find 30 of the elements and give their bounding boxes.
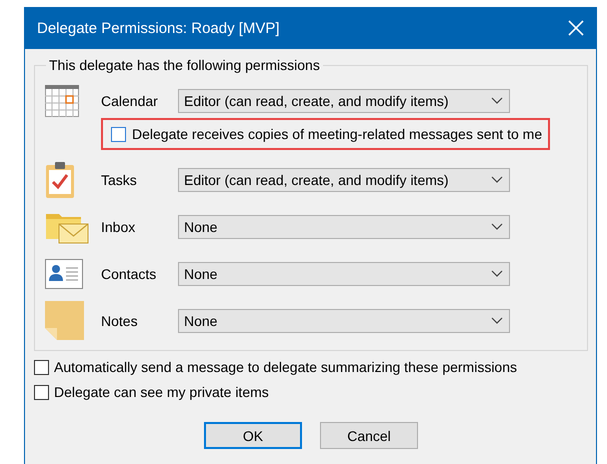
chevron-down-icon — [491, 270, 503, 277]
checkbox[interactable] — [34, 384, 49, 400]
dialog-button[interactable]: Cancel — [320, 422, 418, 449]
permission-dropdown[interactable]: Editor (can read, create, and modify items) — [178, 88, 510, 112]
contact-card-icon — [45, 258, 83, 288]
folder-label: Calendar — [101, 92, 159, 108]
window-title: Delegate Permissions: Roady [MVP] — [37, 20, 280, 36]
permission-dropdown[interactable]: None — [178, 214, 510, 238]
chevron-down-icon — [491, 97, 503, 104]
folder-label: Tasks — [101, 172, 138, 188]
clipboard-check-icon — [45, 160, 75, 198]
dialog-button[interactable]: OK — [204, 422, 302, 449]
checkbox-label: Automatically send a message to delegate summarizing these permissions — [54, 359, 518, 375]
folder-label: Inbox — [101, 218, 136, 234]
permission-dropdown[interactable]: Editor (can read, create, and modify items) — [178, 168, 510, 192]
checkbox[interactable] — [111, 126, 126, 142]
checkbox[interactable] — [34, 360, 49, 374]
group-title: This delegate has the following permissions — [48, 57, 321, 73]
permission-dropdown[interactable]: None — [178, 262, 510, 286]
folder-label: Notes — [101, 312, 139, 328]
permission-dropdown[interactable]: None — [178, 308, 510, 332]
checkbox-label: Delegate can see my private items — [54, 384, 269, 400]
checkbox-label: Delegate receives copies of meeting-related messages sent to me — [132, 126, 542, 142]
close-icon[interactable] — [568, 20, 584, 36]
chevron-down-icon — [491, 223, 503, 230]
sticky-note-icon — [45, 300, 85, 340]
folder-label: Contacts — [101, 266, 158, 282]
calendar-icon — [45, 84, 79, 116]
chevron-down-icon — [491, 176, 503, 183]
chevron-down-icon — [491, 317, 503, 324]
